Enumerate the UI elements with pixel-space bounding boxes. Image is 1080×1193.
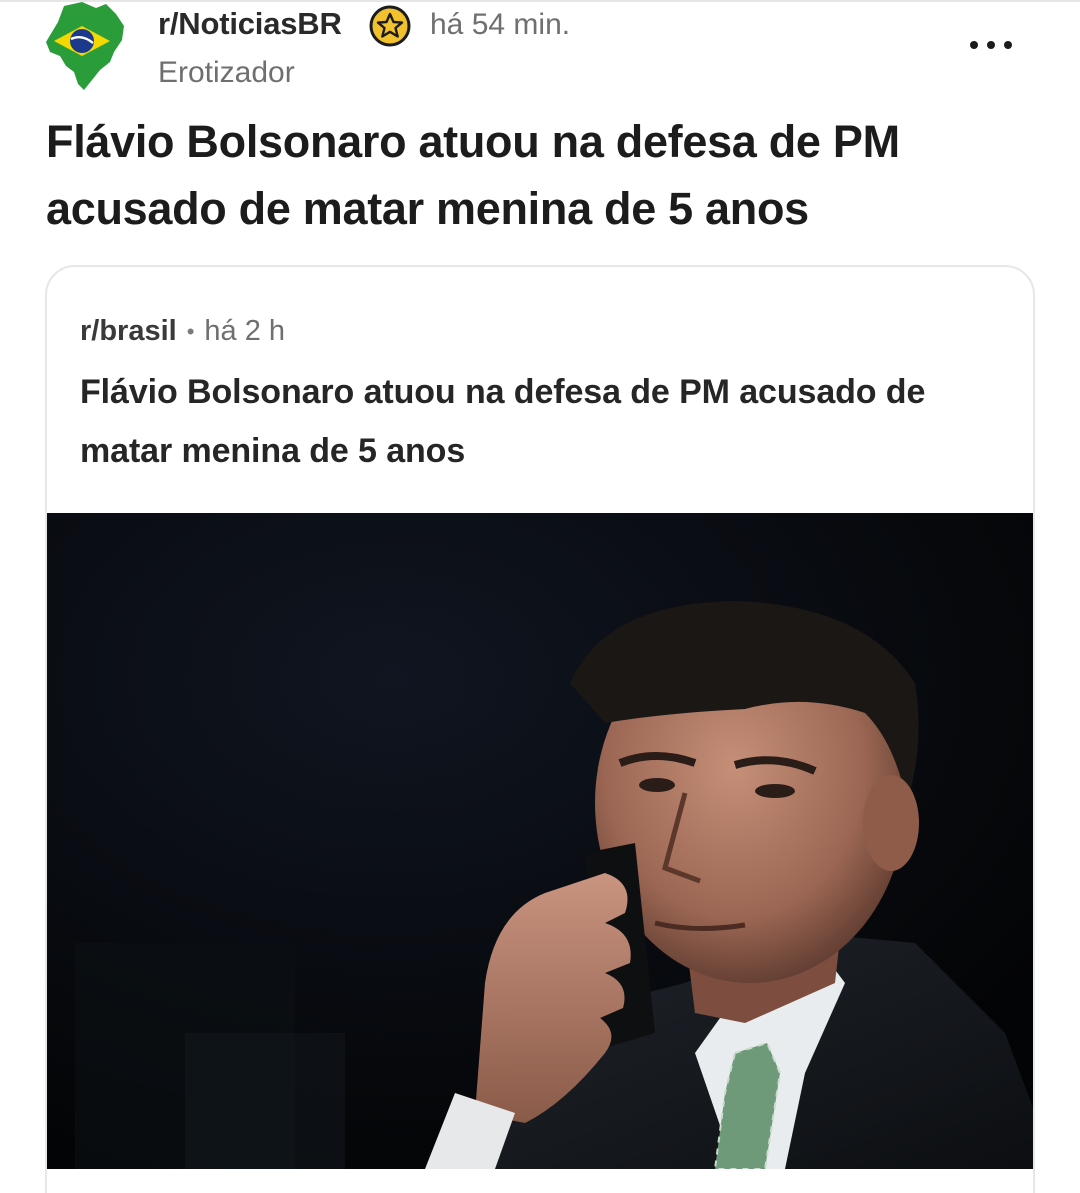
crosspost-meta: r/brasil • há 2 h bbox=[80, 315, 285, 348]
more-dot bbox=[987, 41, 995, 49]
more-dot bbox=[1004, 41, 1012, 49]
more-options-icon[interactable] bbox=[966, 30, 1016, 60]
crosspost-timestamp: há 2 h bbox=[204, 315, 286, 347]
crosspost-card[interactable]: r/brasil • há 2 h Flávio Bolsonaro atuou… bbox=[45, 265, 1035, 1193]
post-timestamp: há 54 min. bbox=[430, 8, 571, 41]
crosspost-photo[interactable] bbox=[47, 513, 1033, 1169]
crosspost-subreddit[interactable]: r/brasil bbox=[80, 315, 177, 348]
brazil-map-flag-icon[interactable] bbox=[44, 0, 126, 92]
more-dot bbox=[970, 41, 978, 49]
meta-separator: • bbox=[186, 318, 195, 344]
star-award-icon[interactable] bbox=[368, 4, 412, 48]
post-author[interactable]: Erotizador bbox=[158, 56, 295, 90]
post-title[interactable]: Flávio Bolsonaro atuou na defesa de PM a… bbox=[46, 108, 1036, 242]
subreddit-name[interactable]: r/NoticiasBR bbox=[158, 6, 342, 42]
post-header: r/NoticiasBR há 54 min. Erotizador bbox=[0, 0, 1080, 110]
crosspost-title[interactable]: Flávio Bolsonaro atuou na defesa de PM a… bbox=[80, 363, 1020, 481]
